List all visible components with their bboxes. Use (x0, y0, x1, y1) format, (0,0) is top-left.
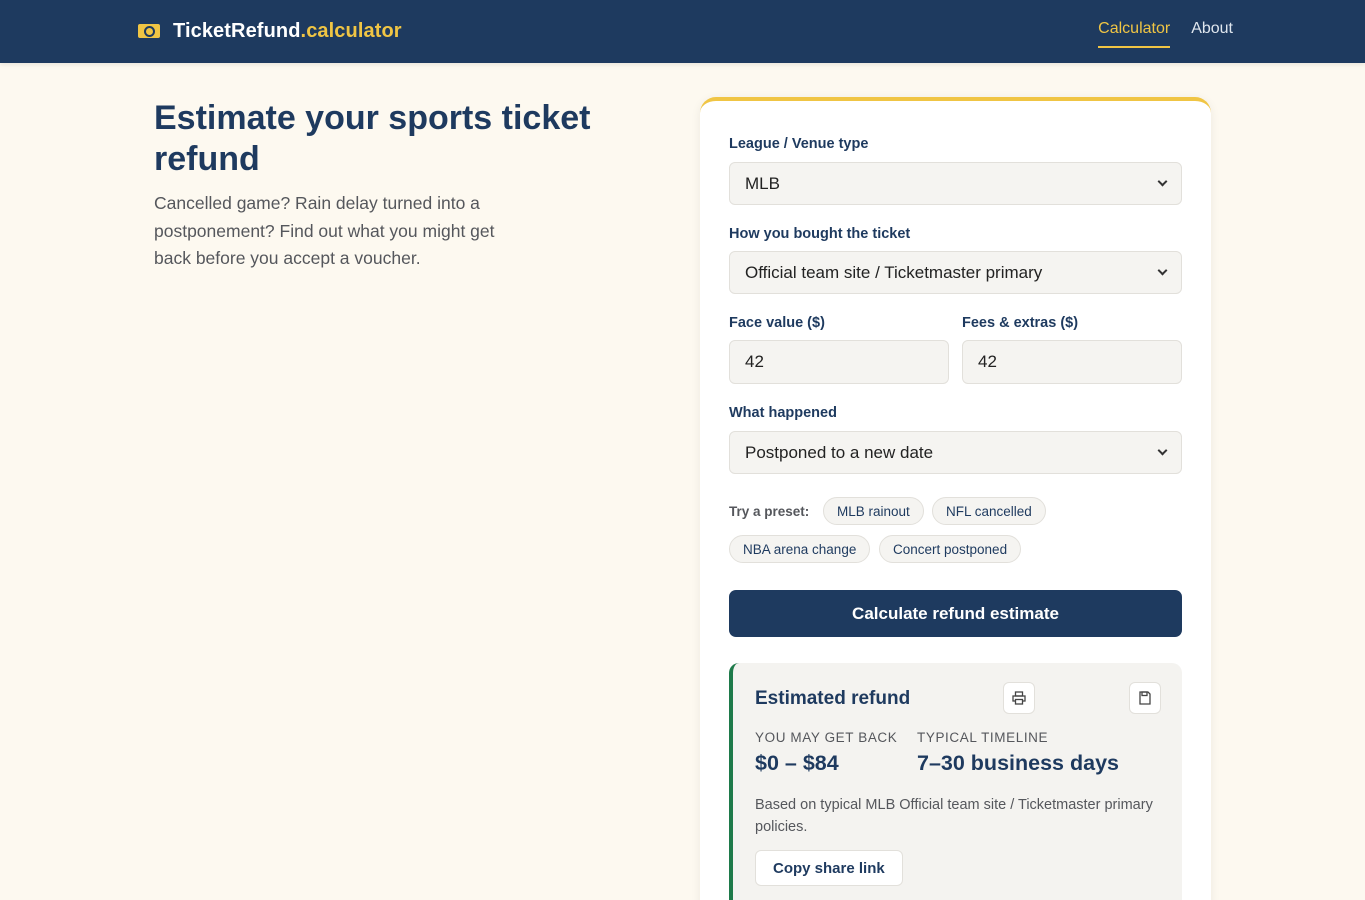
nav-calculator-link[interactable]: Calculator (1098, 20, 1171, 48)
preset-nba-arena-change[interactable]: NBA arena change (729, 535, 871, 563)
ticket-icon (138, 24, 160, 38)
what-happened-select[interactable]: Postponed to a new date (729, 431, 1182, 474)
save-button[interactable] (1129, 682, 1161, 714)
preset-label: Try a preset: (729, 504, 810, 519)
get-back-value: $0 – $84 (755, 751, 839, 775)
brand-logo[interactable]: TicketRefund.calculator (138, 19, 402, 43)
print-icon (1012, 691, 1026, 705)
nav-about-link[interactable]: About (1191, 20, 1233, 48)
brand-name-main: TicketRefund (173, 19, 301, 42)
get-back-caption: YOU MAY GET BACK (755, 730, 898, 745)
league-select[interactable]: MLB (729, 162, 1182, 205)
league-label: League / Venue type (729, 136, 869, 152)
top-navigation-bar: TicketRefund.calculator Calculator About (0, 0, 1365, 63)
purchase-method-select[interactable]: Official team site / Ticketmaster primar… (729, 251, 1182, 294)
preset-concert-postponed[interactable]: Concert postponed (879, 535, 1022, 563)
fees-input[interactable] (962, 340, 1182, 384)
main-nav: Calculator About (1098, 20, 1233, 48)
result-panel: Estimated refund YOU MAY GET BACK $0 – $… (729, 663, 1182, 900)
chevron-down-icon (1157, 445, 1168, 456)
page-subtitle: Cancelled game? Rain delay turned into a… (154, 193, 495, 268)
copy-share-link-button[interactable]: Copy share link (755, 850, 903, 886)
preset-mlb-rainout[interactable]: MLB rainout (823, 497, 924, 525)
timeline-value: 7–30 business days (917, 751, 1119, 775)
purchase-label: How you bought the ticket (729, 226, 911, 242)
chevron-down-icon (1157, 176, 1168, 187)
chevron-down-icon (1157, 265, 1168, 276)
result-title: Estimated refund (755, 688, 911, 709)
print-button[interactable] (1003, 682, 1035, 714)
save-icon (1139, 691, 1151, 705)
calculator-card: League / Venue type MLB How you bought t… (700, 97, 1211, 900)
purchase-method-select-value: Official team site / Ticketmaster primar… (745, 262, 1043, 282)
page-title: Estimate your sports ticket refund (154, 99, 591, 178)
what-happened-label: What happened (729, 405, 837, 421)
what-happened-select-value: Postponed to a new date (745, 442, 934, 462)
league-select-value: MLB (745, 173, 780, 193)
calculate-button[interactable]: Calculate refund estimate (729, 590, 1182, 637)
result-note: Based on typical MLB Official team site … (755, 797, 1153, 835)
fees-label: Fees & extras ($) (962, 315, 1079, 331)
face-value-label: Face value ($) (729, 315, 825, 331)
face-value-input[interactable] (729, 340, 949, 384)
preset-nfl-cancelled[interactable]: NFL cancelled (932, 497, 1046, 525)
brand-name: TicketRefund.calculator (173, 20, 402, 43)
brand-name-suffix: .calculator (300, 19, 402, 42)
timeline-caption: TYPICAL TIMELINE (917, 730, 1049, 745)
